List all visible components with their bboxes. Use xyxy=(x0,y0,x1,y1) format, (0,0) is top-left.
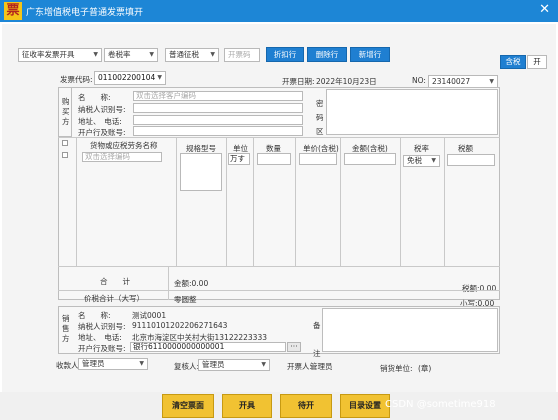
invoice-type-value: 征收率发票开具 xyxy=(22,50,75,59)
invoice-no-value: 23140027 xyxy=(432,77,471,86)
reviewer-dropdown[interactable]: 管理员 ▼ xyxy=(198,359,270,371)
seller-address-label: 地址、 电话: xyxy=(78,333,122,342)
secret-zone xyxy=(326,89,498,135)
window-title: 广东增值税电子普通发票填开 xyxy=(26,8,144,18)
invoice-code-value: 011002200104 xyxy=(98,73,156,82)
col-divider xyxy=(226,138,227,266)
tax-rate-select[interactable]: 免税 ▼ xyxy=(403,155,440,167)
seller-name-label: 名 称: xyxy=(78,311,111,320)
buyer-taxid-input[interactable] xyxy=(133,103,303,113)
seller-seal-label: 销货单位: xyxy=(380,364,413,373)
goods-name-input[interactable]: 双击选择编码 xyxy=(82,152,162,162)
quantity-input[interactable] xyxy=(257,153,291,165)
secret-zone-label: 密码区 xyxy=(316,99,324,136)
seller-side-label: 销售方 xyxy=(62,314,70,343)
col-goods-name: 货物或应税劳务名称 xyxy=(90,141,158,150)
buyer-name-label: 名 称: xyxy=(78,93,111,102)
col-divider xyxy=(253,138,254,266)
chevron-down-icon: ▼ xyxy=(93,51,98,58)
tax-rate-value: 卷税率 xyxy=(108,50,131,59)
drawer-name: 管理员 xyxy=(310,362,333,371)
chevron-down-icon: ▼ xyxy=(149,51,154,58)
buyer-bank-input[interactable] xyxy=(133,126,303,136)
buyer-address-input[interactable] xyxy=(133,115,303,125)
tax-amount-input[interactable] xyxy=(447,154,495,166)
tax-rate-dropdown[interactable]: 卷税率 ▼ xyxy=(104,48,158,62)
col-divider xyxy=(340,138,341,266)
col-divider xyxy=(295,138,296,266)
watermark: CSDN @sometime918 xyxy=(385,399,496,410)
total-tax: 税额:0.00 xyxy=(462,284,497,293)
close-icon[interactable]: ✕ xyxy=(539,3,550,17)
catalog-settings-button[interactable]: 目录设置 xyxy=(340,394,390,418)
spec-input[interactable] xyxy=(180,153,222,191)
total-upper: 零圆整 xyxy=(174,295,197,304)
reviewer-label: 复核人: xyxy=(174,362,200,371)
delete-row-button[interactable]: 删除行 xyxy=(307,47,347,62)
payee-dropdown[interactable]: 管理员 ▼ xyxy=(78,358,148,370)
invoice-date-label: 开票日期: xyxy=(282,77,315,86)
seller-bank-input[interactable]: 银行6110000000000001 xyxy=(130,342,286,352)
col-divider xyxy=(400,138,401,266)
col-tax-rate: 税率 xyxy=(414,144,429,153)
add-row-button[interactable]: 新增行 xyxy=(350,47,390,62)
divider xyxy=(58,290,500,291)
chevron-down-icon: ▼ xyxy=(431,157,436,164)
issue-button[interactable]: 开具 xyxy=(222,394,272,418)
pending-button[interactable]: 待开 xyxy=(280,394,332,418)
remark-label: 备注 xyxy=(313,321,321,358)
divider xyxy=(58,266,500,267)
tax-method-dropdown[interactable]: 普通征税 ▼ xyxy=(165,48,219,62)
total-amount: 金额:0.00 xyxy=(174,279,209,288)
seller-name: 测试0001 xyxy=(132,311,167,320)
col-divider xyxy=(168,266,169,300)
unit-price-input[interactable] xyxy=(299,153,337,165)
invoice-code-dropdown[interactable]: 011002200104 ▼ xyxy=(94,71,166,85)
invoice-no-label: NO: xyxy=(412,76,426,85)
col-divider xyxy=(444,138,445,266)
chevron-down-icon: ▼ xyxy=(157,74,162,81)
buyer-address-label: 地址、 电话: xyxy=(78,117,122,126)
buyer-name-input[interactable]: 双击选择客户编码 xyxy=(133,91,303,101)
clear-form-button[interactable]: 清空票面 xyxy=(162,394,214,418)
drawer-label: 开票人: xyxy=(287,362,313,371)
buyer-side-label: 购买方 xyxy=(62,97,70,126)
sum-label: 合 计 xyxy=(100,277,130,286)
invoice-type-dropdown[interactable]: 征收率发票开具 ▼ xyxy=(18,48,102,62)
seller-seal: (章) xyxy=(418,364,432,373)
chevron-down-icon: ▼ xyxy=(210,51,215,58)
chevron-down-icon: ▼ xyxy=(139,360,144,367)
tax-method-value: 普通征税 xyxy=(169,50,199,59)
row-checkbox[interactable] xyxy=(62,152,68,158)
seller-taxid: 91110101202206271643 xyxy=(132,321,228,330)
more-icon[interactable]: ··· xyxy=(287,342,301,352)
tax-included-button[interactable]: 含税 xyxy=(500,55,526,69)
divider xyxy=(58,137,500,138)
discount-row-button[interactable]: 折扣行 xyxy=(266,47,304,62)
select-all-checkbox[interactable] xyxy=(62,140,68,146)
invoice-logo-icon: 票 xyxy=(4,2,22,20)
reviewer-value: 管理员 xyxy=(202,360,225,369)
col-tax-amount: 税额 xyxy=(458,144,473,153)
tax-rate-selected: 免税 xyxy=(407,156,422,165)
invoice-code-label: 发票代码: xyxy=(60,75,93,84)
col-divider xyxy=(176,138,177,266)
chevron-down-icon: ▼ xyxy=(261,361,266,368)
payee-value: 管理员 xyxy=(82,359,105,368)
remark-box[interactable] xyxy=(322,308,498,352)
invoice-date: 2022年10月23日 xyxy=(316,77,377,86)
seller-taxid-label: 纳税人识别号: xyxy=(78,322,126,331)
invoice-code-input[interactable]: 开票码 xyxy=(224,48,260,62)
tax-toggle[interactable]: 开 xyxy=(527,55,547,69)
total-words-label: 价税合计（大写） xyxy=(84,294,144,303)
seller-bank-label: 开户行及账号: xyxy=(78,344,126,353)
buyer-taxid-label: 纳税人识别号: xyxy=(78,105,126,114)
amount-input[interactable] xyxy=(344,153,396,165)
unit-input[interactable]: 万す xyxy=(228,153,250,165)
col-divider xyxy=(76,138,77,266)
